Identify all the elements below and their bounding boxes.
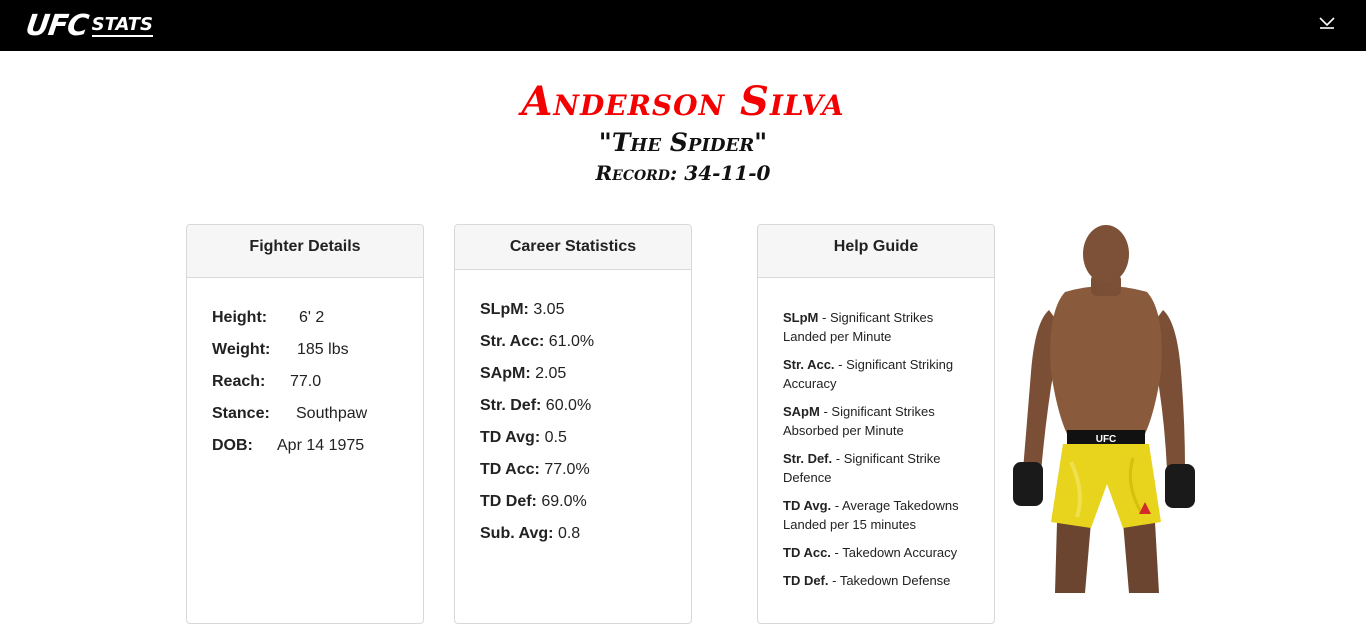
logo-main-text: UFC <box>23 8 91 42</box>
stat-value: 0.5 <box>544 429 567 446</box>
stat-label: Str. Acc: <box>480 333 545 350</box>
chevron-down-icon[interactable] <box>1316 12 1338 32</box>
detail-value: Apr 14 1975 <box>277 437 365 454</box>
fighter-details-title: Fighter Details <box>187 225 423 278</box>
stat-value: 2.05 <box>535 365 567 382</box>
help-term: SLpM <box>783 310 819 325</box>
detail-value: 77.0 <box>290 373 322 390</box>
stat-row-str-def: Str. Def: 60.0% <box>480 396 691 428</box>
help-term: TD Def. <box>783 573 829 588</box>
help-item-td-def: TD Def. - Takedown Defense <box>783 573 951 588</box>
stat-label: Sub. Avg: <box>480 525 554 542</box>
help-guide-title: Help Guide <box>758 225 994 278</box>
stat-label: TD Acc: <box>480 461 540 478</box>
svg-text:UFC: UFC <box>1096 434 1117 445</box>
stat-label: SLpM: <box>480 301 529 318</box>
stat-value: 61.0% <box>548 333 595 350</box>
help-term: TD Avg. <box>783 498 832 513</box>
help-term: TD Acc. <box>783 545 831 560</box>
help-guide-card: Help Guide SLpM - Significant Strikes La… <box>757 224 995 624</box>
detail-row-stance: Stance: Southpaw <box>212 403 423 435</box>
stat-label: Str. Def: <box>480 397 542 414</box>
help-item-str-acc: Str. Acc. - Significant Striking Accurac… <box>783 357 954 391</box>
help-item-sapm: SApM - Significant Strikes Absorbed per … <box>783 404 935 438</box>
fighter-details-card: Fighter Details Height: 6' 2 Weight: 185… <box>186 224 424 624</box>
career-statistics-card: Career Statistics SLpM: 3.05 Str. Acc: 6… <box>454 224 692 624</box>
detail-value: Southpaw <box>296 405 368 422</box>
stat-row-slpm: SLpM: 3.05 <box>480 300 691 332</box>
detail-row-weight: Weight: 185 lbs <box>212 339 423 371</box>
stat-value: 3.05 <box>533 301 565 318</box>
career-statistics-list: SLpM: 3.05 Str. Acc: 61.0% SApM: 2.05 St… <box>455 270 691 556</box>
detail-row-height: Height: 6' 2 <box>212 307 423 339</box>
fighter-details-list: Height: 6' 2 Weight: 185 lbs Reach: 77.0… <box>187 278 423 467</box>
stat-value: 77.0% <box>544 461 590 478</box>
detail-row-dob: DOB: Apr 14 1975 <box>212 435 423 467</box>
detail-label: Height: <box>212 309 268 326</box>
stat-label: TD Def: <box>480 493 537 510</box>
help-term: Str. Acc. <box>783 357 835 372</box>
fighter-name: Anderson Silva <box>521 78 845 125</box>
detail-value: 185 lbs <box>297 341 349 358</box>
stat-value: 0.8 <box>557 525 581 542</box>
fighter-photo: UFC <box>1005 222 1205 593</box>
help-item-td-avg: TD Avg. - Average Takedowns Landed per 1… <box>783 498 959 532</box>
career-statistics-title: Career Statistics <box>455 225 691 270</box>
stat-row-td-acc: TD Acc: 77.0% <box>480 460 691 492</box>
help-desc: Takedown Defense <box>839 573 951 588</box>
detail-label: Reach: <box>212 373 266 390</box>
help-item-slpm: SLpM - Significant Strikes Landed per Mi… <box>783 310 934 344</box>
detail-label: DOB: <box>212 437 253 454</box>
stat-value: 69.0% <box>541 493 587 510</box>
help-item-str-def: Str. Def. - Significant Strike Defence <box>783 451 941 485</box>
top-navbar: UFC STATS <box>0 0 1366 51</box>
stat-row-sapm: SApM: 2.05 <box>480 364 691 396</box>
stat-row-str-acc: Str. Acc: 61.0% <box>480 332 691 364</box>
fighter-record: Record: 34-11-0 <box>595 161 771 185</box>
help-term: Str. Def. <box>783 451 833 466</box>
stat-row-td-avg: TD Avg: 0.5 <box>480 428 691 460</box>
stat-label: TD Avg: <box>480 429 541 446</box>
help-guide-list: SLpM - Significant Strikes Landed per Mi… <box>758 278 994 590</box>
fighter-nickname: "The Spider" <box>598 128 768 157</box>
detail-label: Stance: <box>212 405 270 422</box>
logo-sub-text: STATS <box>91 14 153 37</box>
stat-row-sub-avg: Sub. Avg: 0.8 <box>480 524 691 556</box>
fighter-header: Anderson Silva "The Spider" Record: 34-1… <box>0 80 1366 186</box>
help-item-td-acc: TD Acc. - Takedown Accuracy <box>783 545 958 560</box>
detail-label: Weight: <box>212 341 271 358</box>
stat-label: SApM: <box>480 365 531 382</box>
detail-value: 6' 2 <box>299 309 325 326</box>
help-desc: Takedown Accuracy <box>842 545 958 560</box>
help-term: SApM <box>783 404 820 419</box>
detail-row-reach: Reach: 77.0 <box>212 371 423 403</box>
stat-value: 60.0% <box>545 397 592 414</box>
stat-row-td-def: TD Def: 69.0% <box>480 492 691 524</box>
ufc-stats-logo[interactable]: UFC STATS <box>23 8 153 42</box>
